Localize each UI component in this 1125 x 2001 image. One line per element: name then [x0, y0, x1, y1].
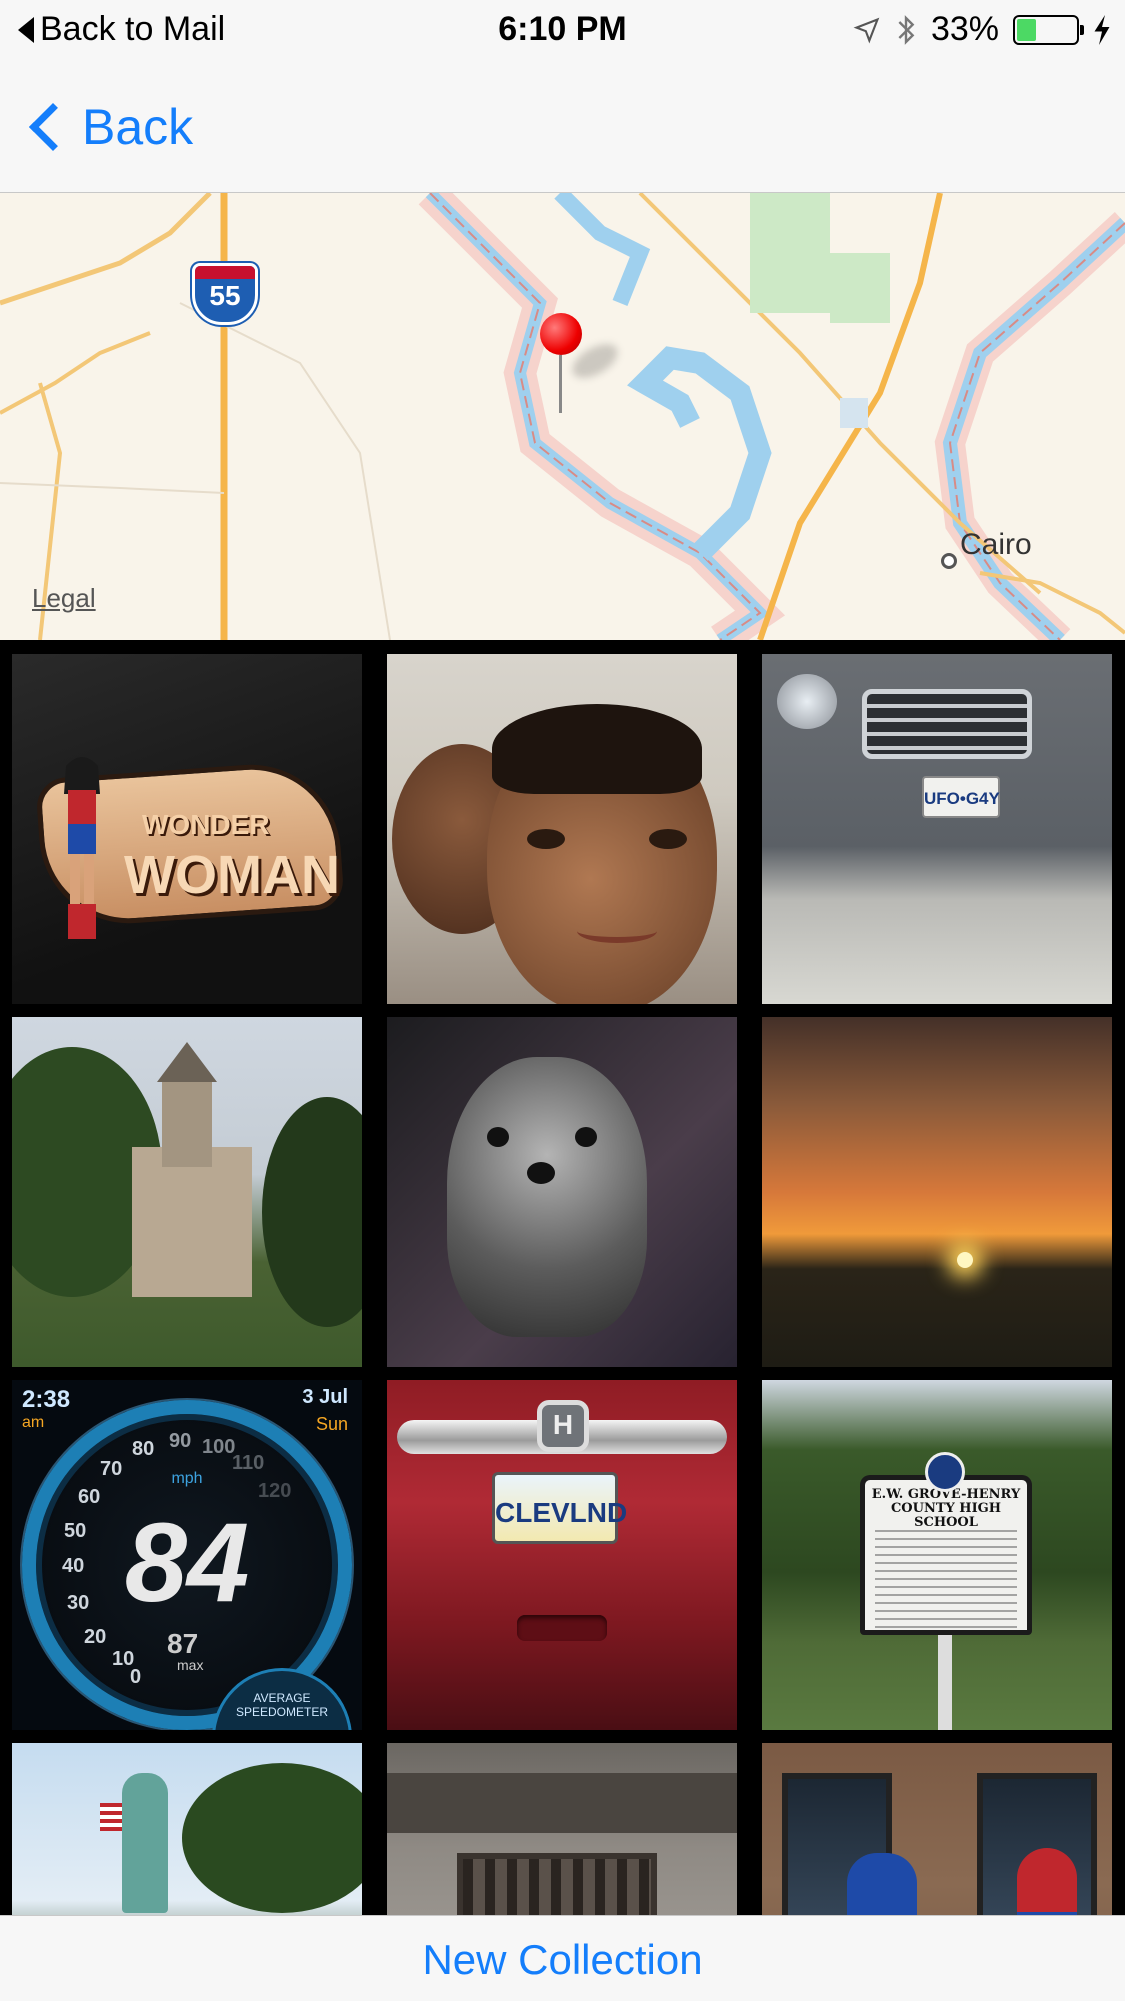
speedo-max-label: max — [177, 1657, 204, 1673]
speedo-date: 3 Jul — [302, 1386, 348, 1408]
charging-bolt-icon — [1094, 14, 1110, 45]
chevron-left-icon — [28, 102, 78, 152]
photo-thumbnail-historical-marker[interactable]: E.W. GROVE-HENRY COUNTY HIGH SCHOOL — [762, 1380, 1112, 1730]
license-plate-text: UFO•G4Y — [922, 776, 1000, 818]
photo-grid: WONDER WOMAN UFO•G4Y 2:38 am 3 Jul Sun 0 — [0, 640, 1125, 1915]
speedo-unit: mph — [171, 1470, 203, 1487]
marker-heading: E.W. GROVE-HENRY COUNTY HIGH SCHOOL — [871, 1487, 1021, 1530]
back-button-label: Back — [82, 99, 194, 155]
speedo-tick: 90 — [169, 1430, 192, 1452]
photo-thumbnail-red-car[interactable]: H CLEVLND — [387, 1380, 737, 1730]
battery-icon — [1013, 14, 1084, 45]
map-graphics — [0, 193, 1125, 640]
wonder-text: WONDER — [142, 809, 270, 840]
city-dot-icon — [941, 553, 957, 569]
wonder-woman-figure — [64, 757, 100, 939]
speedo-time: 2:38 — [22, 1386, 71, 1413]
speedo-day: Sun — [315, 1414, 348, 1434]
speedo-tick: 10 — [112, 1648, 135, 1670]
ohio-plate-text: CLEVLND — [492, 1472, 627, 1544]
map-city-label: Cairo — [960, 528, 1032, 561]
photo-thumbnail-selfie[interactable] — [387, 654, 737, 1004]
photo-thumbnail-statue-of-liberty[interactable] — [12, 1743, 362, 1915]
state-seal-icon — [925, 1452, 965, 1492]
speedo-ampm: am — [22, 1414, 45, 1431]
battery-percent: 33% — [930, 10, 999, 48]
new-collection-button[interactable]: New Collection — [0, 1936, 1125, 1984]
interstate-shield-icon: 55 — [192, 263, 258, 325]
photo-thumbnail-courthouse[interactable] — [12, 1017, 362, 1367]
status-indicators: 33% — [853, 10, 1111, 49]
bottom-toolbar: New Collection — [0, 1915, 1125, 2001]
location-pin-icon[interactable] — [540, 313, 624, 413]
photo-thumbnail-gray-car[interactable]: UFO•G4Y — [762, 654, 1112, 1004]
speedo-tick: 80 — [132, 1438, 155, 1460]
location-arrow-icon — [853, 17, 880, 43]
interstate-number: 55 — [209, 280, 241, 311]
map-legal-link[interactable]: Legal — [32, 583, 96, 614]
photo-thumbnail-speedometer[interactable]: 2:38 am 3 Jul Sun 0 10 20 30 40 50 60 70… — [12, 1380, 362, 1730]
map-view[interactable]: 55 Cairo Legal — [0, 193, 1125, 640]
status-bar: Back to Mail 6:10 PM 33% — [0, 0, 1125, 60]
photo-thumbnail-wonder-woman[interactable]: WONDER WOMAN — [12, 654, 362, 1004]
speedo-max-value: 87 — [167, 1628, 199, 1659]
car-logo-icon: H — [537, 1400, 589, 1452]
speedo-tick: 100 — [202, 1436, 236, 1458]
speedo-tick: 20 — [84, 1626, 107, 1648]
speedo-speed: 84 — [124, 1500, 250, 1625]
woman-text: WOMAN — [124, 845, 340, 905]
photo-thumbnail-dog[interactable] — [387, 1017, 737, 1367]
photo-thumbnail-superheroes[interactable] — [762, 1743, 1112, 1915]
back-button[interactable]: Back — [22, 98, 193, 156]
photo-thumbnail-sunset[interactable] — [762, 1017, 1112, 1367]
navigation-bar: Back — [0, 60, 1125, 193]
bluetooth-icon — [898, 14, 915, 45]
photo-thumbnail-storm-drain[interactable] — [387, 1743, 737, 1915]
